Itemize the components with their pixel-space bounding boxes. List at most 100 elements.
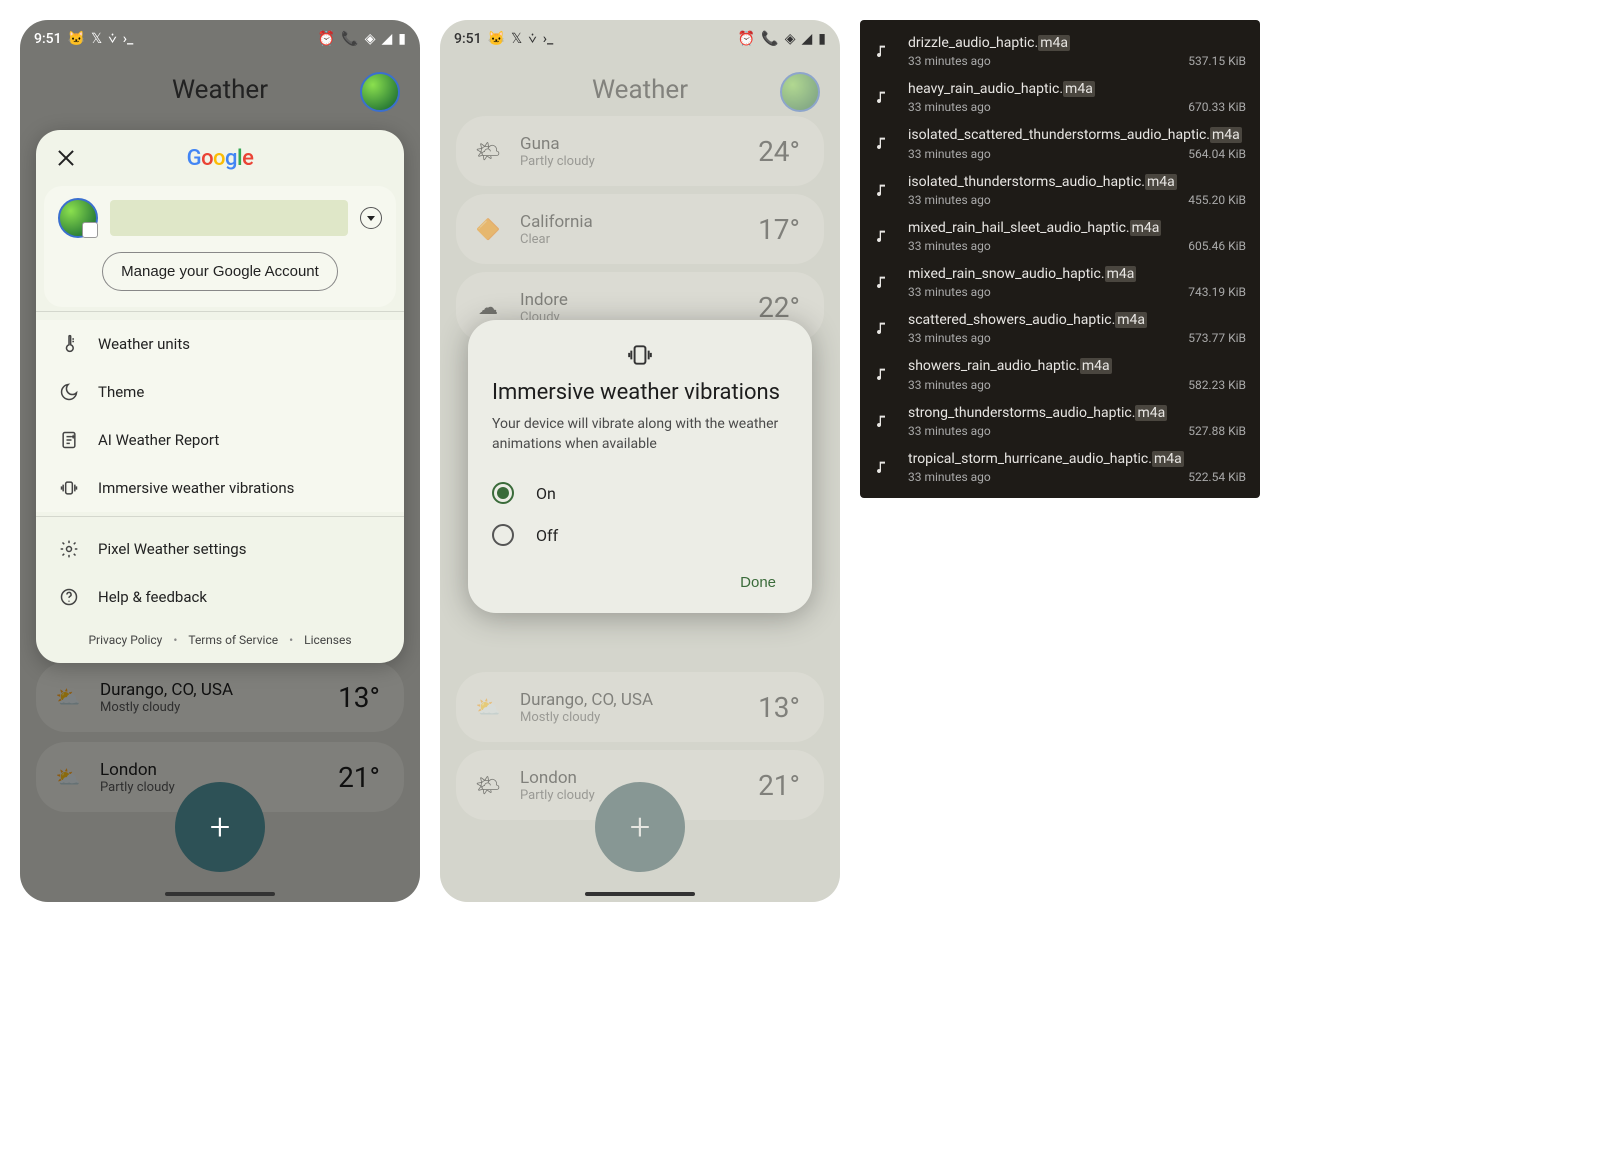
menu-item-label: Immersive weather vibrations: [98, 479, 294, 497]
wifi-icon: ◈: [365, 31, 376, 47]
file-row[interactable]: heavy_rain_audio_haptic.m4a 33 minutes a…: [860, 74, 1260, 120]
cat-icon: 🐱: [488, 31, 505, 47]
account-switcher-caret[interactable]: [360, 207, 382, 229]
phone-wifi-icon: 📞: [761, 31, 778, 47]
file-size: 605.46 KiB: [1188, 239, 1246, 253]
file-size: 582.23 KiB: [1188, 378, 1246, 392]
file-name: tropical_storm_hurricane_audio_haptic.m4…: [908, 450, 1246, 468]
avatar[interactable]: [360, 72, 400, 112]
privacy-link[interactable]: Privacy Policy: [84, 633, 166, 647]
menu-item-immersive-weather-vibrations[interactable]: Immersive weather vibrations: [36, 464, 404, 512]
file-row[interactable]: isolated_thunderstorms_audio_haptic.m4a …: [860, 167, 1260, 213]
check-down-icon: ⩒: [528, 31, 537, 47]
radio-on-label: On: [536, 484, 556, 503]
tos-link[interactable]: Terms of Service: [184, 633, 282, 647]
phone-screenshot-2: Weather 🌤 Guna Partly cloudy 24° 🔶 Calif…: [440, 20, 840, 902]
terminal-icon: ›_: [123, 31, 134, 47]
page-title: Weather: [172, 75, 268, 105]
music-note-icon: [870, 173, 896, 207]
file-row[interactable]: showers_rain_audio_haptic.m4a 33 minutes…: [860, 351, 1260, 397]
licenses-link[interactable]: Licenses: [300, 633, 355, 647]
account-block: Manage your Google Account: [44, 186, 396, 307]
alarm-icon: ⏰: [318, 31, 335, 47]
manage-account-button[interactable]: Manage your Google Account: [102, 252, 338, 291]
home-indicator[interactable]: [585, 892, 695, 896]
file-size: 537.15 KiB: [1188, 54, 1246, 68]
file-size: 455.20 KiB: [1188, 193, 1246, 207]
phone-screenshot-1: Weather ⛅ Durango, CO, USA Mostly cloudy…: [20, 20, 420, 902]
account-name-redacted: [110, 200, 348, 236]
done-button[interactable]: Done: [728, 566, 788, 599]
menu-item-weather-units[interactable]: Weather units: [36, 320, 404, 368]
clock: 9:51: [34, 31, 62, 47]
terminal-icon: ›_: [543, 31, 554, 47]
home-indicator[interactable]: [165, 892, 275, 896]
add-location-fab[interactable]: +: [175, 782, 265, 872]
file-age: 33 minutes ago: [908, 285, 991, 299]
file-ext: m4a: [1210, 127, 1242, 143]
account-menu-sheet: Google Manage your Google Account Weathe…: [36, 130, 404, 663]
check-down-icon: ⩒: [108, 31, 117, 47]
menu-item-pixel-weather-settings[interactable]: Pixel Weather settings: [36, 525, 404, 573]
file-size: 527.88 KiB: [1188, 424, 1246, 438]
file-age: 33 minutes ago: [908, 239, 991, 253]
music-note-icon: [870, 450, 896, 484]
dialog-title: Immersive weather vibrations: [492, 380, 788, 405]
file-row[interactable]: strong_thunderstorms_audio_haptic.m4a 33…: [860, 398, 1260, 444]
footer-links: Privacy Policy • Terms of Service • Lice…: [36, 633, 404, 647]
file-ext: m4a: [1145, 174, 1177, 190]
music-note-icon: [870, 126, 896, 160]
file-age: 33 minutes ago: [908, 193, 991, 207]
clock: 9:51: [454, 31, 482, 47]
music-note-icon: [870, 80, 896, 114]
file-row[interactable]: scattered_showers_audio_haptic.m4a 33 mi…: [860, 305, 1260, 351]
cat-icon: 🐱: [68, 31, 85, 47]
file-row[interactable]: drizzle_audio_haptic.m4a 33 minutes ago …: [860, 28, 1260, 74]
signal-icon: ◢: [382, 31, 393, 47]
thermometer-icon: [58, 333, 80, 355]
sparkle-doc-icon: [58, 429, 80, 451]
file-row[interactable]: isolated_scattered_thunderstorms_audio_h…: [860, 120, 1260, 166]
signal-icon: ◢: [802, 31, 813, 47]
file-ext: m4a: [1115, 312, 1147, 328]
file-age: 33 minutes ago: [908, 147, 991, 161]
menu-item-label: Help & feedback: [98, 588, 207, 606]
file-name: isolated_scattered_thunderstorms_audio_h…: [908, 126, 1246, 144]
file-ext: m4a: [1152, 451, 1184, 467]
file-age: 33 minutes ago: [908, 424, 991, 438]
menu-item-label: AI Weather Report: [98, 431, 219, 449]
radio-on[interactable]: On: [492, 472, 788, 514]
file-name: isolated_thunderstorms_audio_haptic.m4a: [908, 173, 1246, 191]
music-note-icon: [870, 34, 896, 68]
file-name: heavy_rain_audio_haptic.m4a: [908, 80, 1246, 98]
alarm-icon: ⏰: [738, 31, 755, 47]
file-row[interactable]: mixed_rain_hail_sleet_audio_haptic.m4a 3…: [860, 213, 1260, 259]
music-note-icon: [870, 404, 896, 438]
file-size: 743.19 KiB: [1188, 285, 1246, 299]
menu-item-theme[interactable]: Theme: [36, 368, 404, 416]
file-row[interactable]: tropical_storm_hurricane_audio_haptic.m4…: [860, 444, 1260, 490]
file-ext: m4a: [1063, 81, 1095, 97]
radio-off-indicator: [492, 524, 514, 546]
file-age: 33 minutes ago: [908, 54, 991, 68]
music-note-icon: [870, 219, 896, 253]
menu-item-ai-weather-report[interactable]: AI Weather Report: [36, 416, 404, 464]
battery-icon: ▮: [398, 31, 406, 47]
vibration-dialog: Immersive weather vibrations Your device…: [468, 320, 812, 613]
close-icon[interactable]: [54, 146, 78, 170]
file-name: scattered_showers_audio_haptic.m4a: [908, 311, 1246, 329]
music-note-icon: [870, 265, 896, 299]
file-list-panel: drizzle_audio_haptic.m4a 33 minutes ago …: [860, 20, 1260, 498]
account-avatar[interactable]: [58, 198, 98, 238]
status-bar: 9:51 🐱 𝕏 ⩒ ›_ ⏰ 📞 ◈ ◢ ▮: [440, 20, 840, 52]
menu-item-label: Weather units: [98, 335, 190, 353]
radio-off[interactable]: Off: [492, 514, 788, 556]
file-row[interactable]: mixed_rain_snow_audio_haptic.m4a 33 minu…: [860, 259, 1260, 305]
file-age: 33 minutes ago: [908, 100, 991, 114]
file-size: 522.54 KiB: [1188, 470, 1246, 484]
dialog-body: Your device will vibrate along with the …: [492, 415, 788, 454]
help-icon: [58, 586, 80, 608]
menu-item-help-feedback[interactable]: Help & feedback: [36, 573, 404, 621]
music-note-icon: [870, 311, 896, 345]
wifi-icon: ◈: [785, 31, 796, 47]
